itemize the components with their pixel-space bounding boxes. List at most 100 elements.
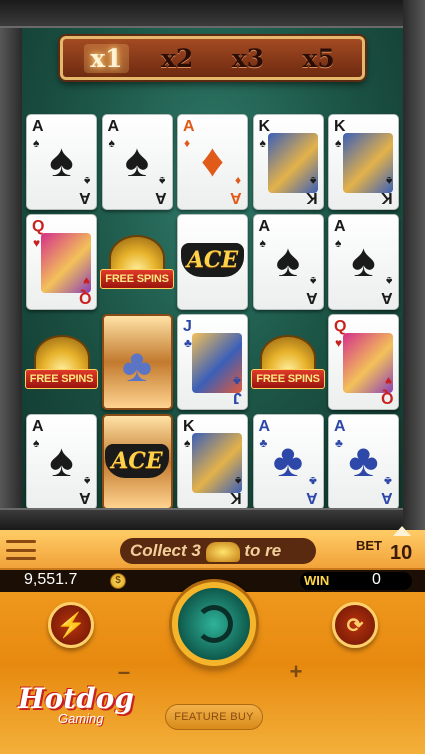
hotdog-gaming-logo: Hotdog Gaming	[18, 682, 148, 742]
card-rank: A	[381, 289, 393, 306]
reel-cell: Q ♥ Q ♥	[26, 214, 97, 310]
autoplay-icon: ⟳	[346, 614, 364, 637]
free-spins-label: FREE SPINS	[100, 269, 174, 289]
bet-value[interactable]: 10	[390, 542, 412, 565]
frame-top	[0, 0, 425, 28]
ace-wild-label: ACE	[180, 243, 245, 277]
reel-cell: A ♠ ♠ A ♠	[26, 114, 97, 210]
ace-card: A ♣ ♣ A ♣	[252, 414, 324, 510]
info-marquee: Collect 3 to re	[120, 538, 316, 564]
card-suit: ♥	[33, 236, 41, 250]
card-rank: A	[334, 418, 346, 435]
card-suit: ♥	[82, 274, 90, 288]
card-rank: A	[258, 418, 271, 435]
multiplier-x2: x2	[160, 43, 194, 73]
card-suit: ♠	[184, 436, 191, 450]
multiplier-bar: x1 x2 x3 x5	[60, 36, 365, 80]
reel-cell: Q ♥ Q ♥	[328, 314, 399, 410]
reel-cell: A ♠ ♠ A ♠	[101, 114, 173, 210]
free-spins-mini-icon	[205, 541, 240, 562]
reel-cell: ♣	[101, 314, 173, 410]
spin-button[interactable]	[172, 582, 256, 666]
card-rank: A	[334, 218, 346, 235]
face-card: Q ♥ Q ♥	[328, 314, 399, 410]
reel-grid: A ♠ ♠ A ♠ A ♠ ♠ A ♠ A ♦ ♦ A ♦ K ♠ K ♠ K	[24, 114, 399, 510]
card-suit: ♠	[385, 274, 392, 288]
reel-cell: K ♠ K ♠	[252, 114, 324, 210]
balance-value: 9,551.7	[24, 571, 78, 588]
card-suit: ♠	[385, 174, 392, 188]
card-rank: A	[230, 189, 242, 206]
card-rank: A	[32, 118, 44, 135]
free-spins-label: FREE SPINS	[24, 369, 99, 389]
card-rank: J	[183, 318, 192, 335]
frame-bottom	[0, 508, 425, 530]
bet-increase-arrow-icon[interactable]	[393, 526, 411, 536]
reel-cell: FREE SPINS	[100, 214, 174, 310]
reel-cell: K ♠ K ♠	[177, 414, 248, 510]
card-rank: A	[305, 289, 318, 306]
card-rank: A	[183, 118, 195, 135]
card-suit: ♠	[259, 136, 266, 150]
bet-label: BET	[356, 538, 382, 553]
card-suit: ♠	[335, 136, 342, 150]
card-rank: A	[32, 418, 44, 435]
autoplay-button[interactable]: ⟳	[332, 602, 378, 648]
card-suit: ♠	[310, 174, 317, 188]
reel-cell: A ♦ ♦ A ♦	[177, 114, 248, 210]
card-rank: K	[381, 189, 393, 206]
card-rank: J	[233, 389, 242, 406]
gold-ace-card: ACE	[101, 414, 173, 510]
card-rank: K	[183, 418, 195, 435]
card-rank: K	[230, 489, 242, 506]
card-rank: A	[154, 189, 167, 206]
turbo-button[interactable]: ⚡	[48, 602, 94, 648]
marquee-text: Collect 3	[130, 541, 201, 560]
card-rank: K	[305, 189, 318, 206]
card-suit: ♣	[384, 474, 392, 488]
free-spins-symbol: FREE SPINS	[22, 322, 101, 402]
card-suit: ♥	[384, 374, 392, 388]
reel-cell: A ♠ ♠ A ♠	[252, 214, 324, 310]
reel-cell: ACE	[177, 214, 248, 310]
lightning-icon: ⚡	[56, 611, 86, 639]
card-suit: ♠	[159, 174, 166, 188]
card-rank: A	[107, 118, 120, 135]
reel-cell: FREE SPINS	[24, 314, 99, 410]
card-rank: Q	[380, 389, 393, 406]
control-panel: Collect 3 to re BET 10 9,551.7 $ WIN 0 ⚡…	[0, 526, 425, 754]
spin-arrow-icon	[195, 605, 233, 643]
card-suit: ♣	[233, 374, 241, 388]
card-rank: K	[334, 118, 346, 135]
ace-card: A ♠ ♠ A ♠	[101, 114, 173, 210]
menu-icon[interactable]	[6, 540, 36, 560]
game-table: x1 x2 x3 x5 A ♠ ♠ A ♠ A ♠ ♠ A ♠ A ♦ ♦ A …	[0, 0, 425, 530]
reel-cell: A ♣ ♣ A ♣	[252, 414, 324, 510]
win-value: 0	[372, 571, 381, 588]
marquee-text-tail: to re	[244, 541, 282, 560]
ace-wild-card: ACE	[177, 214, 248, 310]
card-rank: Q	[78, 289, 91, 306]
ace-card: A ♠ ♠ A ♠	[252, 214, 324, 310]
info-strip: Collect 3 to re BET 10	[0, 526, 425, 570]
bet-increase-button[interactable]: +	[282, 658, 310, 686]
reel-cell: A ♠ ♠ A ♠	[328, 214, 399, 310]
card-suit: ♦	[234, 174, 241, 188]
logo-sub-text: Gaming	[58, 711, 104, 726]
free-spins-label: FREE SPINS	[251, 369, 325, 389]
ace-wild-label: ACE	[105, 444, 169, 478]
multiplier-x5: x5	[302, 43, 335, 73]
multiplier-x1: x1	[84, 43, 129, 73]
coin-icon: $	[110, 573, 126, 589]
card-rank: A	[305, 489, 318, 506]
card-suit: ♠	[83, 474, 90, 488]
card-suit: ♠	[234, 474, 241, 488]
card-rank: A	[381, 489, 393, 506]
face-card: K ♠ K ♠	[328, 114, 399, 210]
reel-cell: A ♠ ♠ A ♠	[26, 414, 97, 510]
reel-cell: J ♣ J ♣	[177, 314, 248, 410]
card-suit: ♠	[310, 274, 317, 288]
feature-buy-button[interactable]: FEATURE BUY	[165, 704, 263, 730]
face-card: Q ♥ Q ♥	[26, 214, 97, 310]
win-label: WIN	[304, 573, 330, 588]
